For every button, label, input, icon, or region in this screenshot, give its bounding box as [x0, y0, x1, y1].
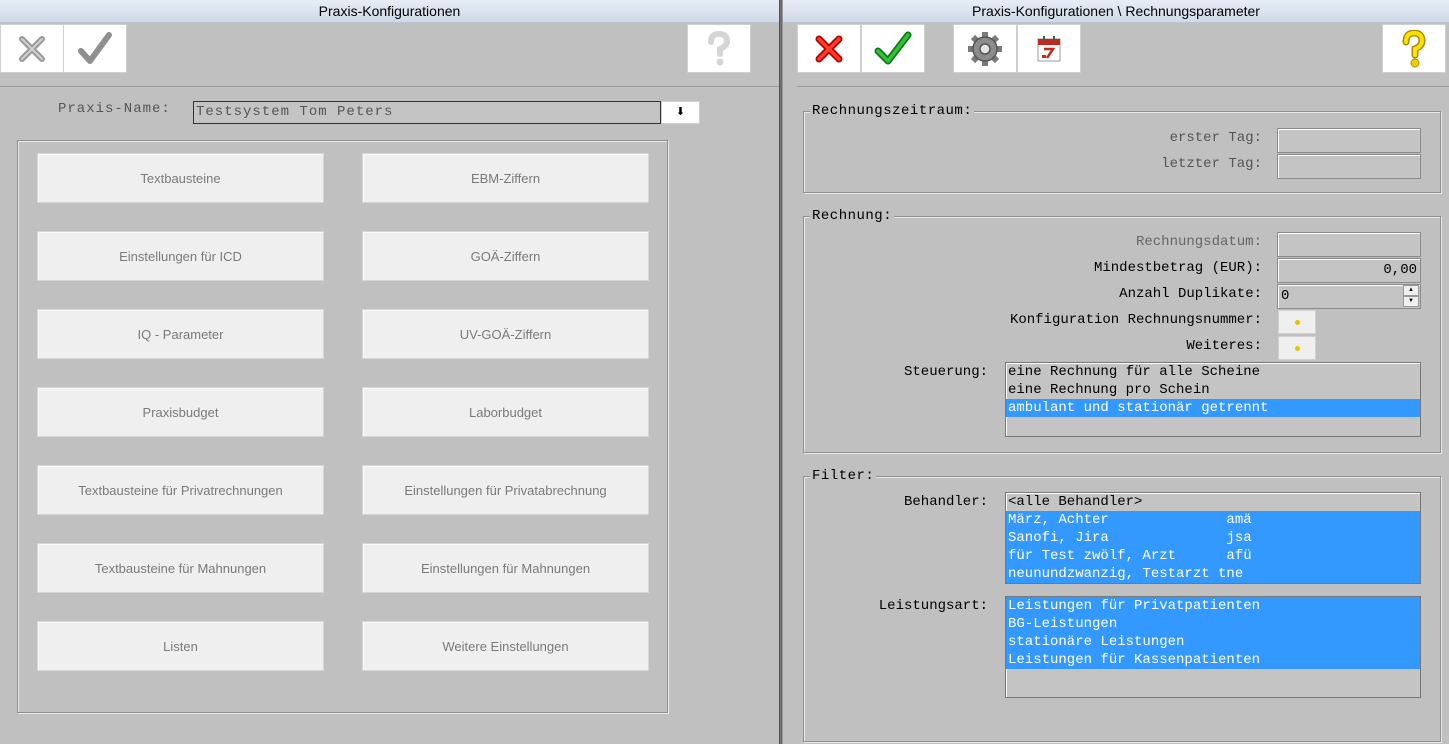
- behandler-listbox[interactable]: <alle Behandler> März, Achter amä Sanofi…: [1005, 492, 1421, 584]
- help-button[interactable]: [1382, 24, 1446, 73]
- ok-button[interactable]: [861, 24, 925, 73]
- einstellungen-mahnungen-button[interactable]: Einstellungen für Mahnungen: [362, 543, 649, 593]
- rechnungsdatum-label: Rechnungsdatum:: [1135, 234, 1262, 250]
- weiteres-label: Weiteres:: [1186, 338, 1262, 354]
- checkmark-icon: [78, 31, 112, 64]
- cancel-button[interactable]: [0, 24, 64, 73]
- list-item-selected[interactable]: stationäre Leistungen: [1006, 633, 1420, 651]
- goae-ziffern-button[interactable]: GOÄ-Ziffern: [362, 231, 649, 281]
- right-window-title: Praxis-Konfigurationen \ Rechnungsparame…: [783, 0, 1449, 23]
- list-item-selected[interactable]: BG-Leistungen: [1006, 615, 1420, 633]
- uv-goae-ziffern-button[interactable]: UV-GOÄ-Ziffern: [362, 309, 649, 359]
- list-item-selected[interactable]: Sanofi, Jira jsa: [1006, 529, 1420, 547]
- steuerung-label: Steuerung:: [903, 364, 988, 380]
- mindestbetrag-field[interactable]: 0,00: [1277, 258, 1421, 283]
- filter-title: Filter:: [810, 468, 877, 484]
- textbausteine-privatrechnungen-button[interactable]: Textbausteine für Privatrechnungen: [37, 465, 324, 515]
- praxis-dropdown-button[interactable]: ⬇: [661, 101, 700, 124]
- spin-up-button[interactable]: ▲: [1403, 285, 1419, 296]
- toolbar-separator: [0, 86, 779, 87]
- list-item-selected[interactable]: März, Achter amä: [1006, 511, 1420, 529]
- gear-icon: [968, 31, 1002, 66]
- erster-tag-label-text: erster Tag:: [1169, 130, 1262, 146]
- erster-tag-field[interactable]: [1277, 128, 1421, 153]
- ebm-ziffern-button[interactable]: EBM-Ziffern: [362, 153, 649, 203]
- list-item-selected[interactable]: für Test zwölf, Arzt afü: [1006, 547, 1420, 565]
- list-item[interactable]: eine Rechnung für alle Scheine: [1006, 363, 1420, 381]
- cancel-button[interactable]: [797, 24, 861, 73]
- green-check-icon: [874, 31, 912, 64]
- calendar-icon: [1037, 35, 1061, 61]
- rechnungsdatum-field[interactable]: [1277, 232, 1421, 257]
- rechnungszeitraum-title: Rechnungszeitraum:: [810, 103, 975, 119]
- list-item-selected[interactable]: ambulant und stationär getrennt: [1006, 399, 1420, 417]
- list-item-selected[interactable]: Leistungen für Kassenpatienten: [1006, 651, 1420, 669]
- weiteres-button[interactable]: [1278, 336, 1316, 360]
- red-x-icon: [815, 35, 843, 62]
- mindestbetrag-label: Mindestbetrag (EUR):: [1093, 260, 1262, 276]
- calendar-button[interactable]: [1017, 24, 1081, 73]
- listen-button[interactable]: Listen: [37, 621, 324, 671]
- einstellungen-privatabrechnung-button[interactable]: Einstellungen für Privatabrechnung: [362, 465, 649, 515]
- praxisbudget-button[interactable]: Praxisbudget: [37, 387, 324, 437]
- question-icon: [708, 30, 731, 65]
- iq-parameter-button[interactable]: IQ - Parameter: [37, 309, 324, 359]
- letzter-tag-label: letzter Tag:: [1000, 156, 1262, 172]
- x-icon: [19, 35, 45, 62]
- behandler-label: Behandler:: [903, 494, 988, 510]
- praxis-name-label: Praxis-Name:: [58, 101, 171, 117]
- letzter-tag-field[interactable]: [1277, 154, 1421, 179]
- yellow-question-icon: [1402, 29, 1426, 67]
- spin-down-button[interactable]: ▼: [1403, 296, 1419, 307]
- leistungsart-label: Leistungsart:: [878, 598, 988, 614]
- anzahl-duplikate-field[interactable]: 0: [1277, 284, 1421, 309]
- list-item-selected[interactable]: Leistungen für Privatpatienten: [1006, 597, 1420, 615]
- weitere-einstellungen-button[interactable]: Weitere Einstellungen: [362, 621, 649, 671]
- erster-tag-label: erster Tag:: [1000, 130, 1262, 146]
- help-button[interactable]: [687, 24, 751, 73]
- leistungsart-listbox[interactable]: Leistungen für Privatpatienten BG-Leistu…: [1005, 596, 1421, 698]
- steuerung-listbox[interactable]: eine Rechnung für alle Scheine eine Rech…: [1005, 362, 1421, 437]
- list-item[interactable]: <alle Behandler>: [1006, 493, 1420, 511]
- rechnung-title: Rechnung:: [810, 208, 895, 224]
- praxis-konfigurationen-pane: Praxis-Konfigurationen Praxis-Name: Test…: [0, 0, 779, 744]
- arrow-down-icon: ⬇: [675, 106, 686, 118]
- konfiguration-rechnungsnummer-label: Konfiguration Rechnungsnummer:: [1009, 312, 1262, 328]
- anzahl-duplikate-label: Anzahl Duplikate:: [1119, 286, 1262, 302]
- letzter-tag-label-text: letzter Tag:: [1161, 156, 1262, 172]
- settings-button[interactable]: [953, 24, 1017, 73]
- praxis-name-field[interactable]: Testsystem Tom Peters: [193, 101, 661, 124]
- list-item-selected[interactable]: neunundzwanzig, Testarzt tne: [1006, 565, 1420, 583]
- left-window-title: Praxis-Konfigurationen: [0, 0, 779, 23]
- list-item[interactable]: eine Rechnung pro Schein: [1006, 381, 1420, 399]
- textbausteine-button[interactable]: Textbausteine: [37, 153, 324, 203]
- einstellungen-icd-button[interactable]: Einstellungen für ICD: [37, 231, 324, 281]
- dot-icon: [1294, 319, 1300, 325]
- toolbar-separator: [797, 86, 1449, 87]
- konfiguration-rechnungsnummer-button[interactable]: [1278, 310, 1316, 334]
- laborbudget-button[interactable]: Laborbudget: [362, 387, 649, 437]
- ok-button[interactable]: [63, 24, 127, 73]
- textbausteine-mahnungen-button[interactable]: Textbausteine für Mahnungen: [37, 543, 324, 593]
- dot-icon: [1294, 345, 1300, 351]
